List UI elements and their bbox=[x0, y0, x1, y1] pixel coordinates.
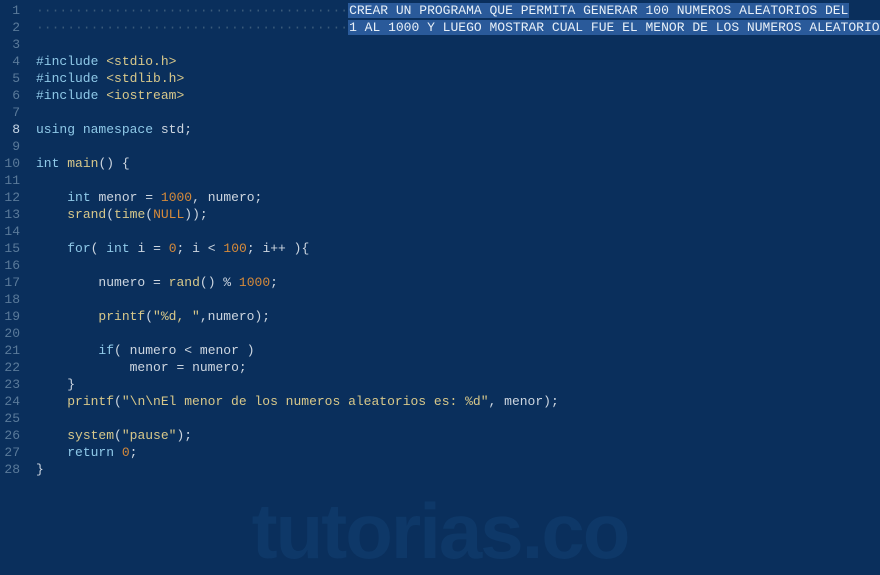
code-line bbox=[36, 291, 880, 308]
code-line bbox=[36, 223, 880, 240]
code-line bbox=[36, 410, 880, 427]
code-line: #include <iostream> bbox=[36, 87, 880, 104]
line-number: 5 bbox=[4, 70, 20, 87]
code-line bbox=[36, 257, 880, 274]
line-number: 27 bbox=[4, 444, 20, 461]
code-line: menor = numero; bbox=[36, 359, 880, 376]
line-number: 18 bbox=[4, 291, 20, 308]
line-number: 25 bbox=[4, 410, 20, 427]
code-line: int menor = 1000, numero; bbox=[36, 189, 880, 206]
line-number: 1 bbox=[4, 2, 20, 19]
code-line: system("pause"); bbox=[36, 427, 880, 444]
line-number: 23 bbox=[4, 376, 20, 393]
line-number: 17 bbox=[4, 274, 20, 291]
line-number: 13 bbox=[4, 206, 20, 223]
line-number: 4 bbox=[4, 53, 20, 70]
code-editor[interactable]: 1234567891011121314151617181920212223242… bbox=[0, 0, 880, 560]
code-line: ········································… bbox=[36, 2, 880, 19]
line-number: 28 bbox=[4, 461, 20, 478]
line-number: 12 bbox=[4, 189, 20, 206]
code-line: if( numero < menor ) bbox=[36, 342, 880, 359]
code-line: ········································… bbox=[36, 19, 880, 36]
line-number: 11 bbox=[4, 172, 20, 189]
code-line: int main() { bbox=[36, 155, 880, 172]
code-line bbox=[36, 36, 880, 53]
line-number: 24 bbox=[4, 393, 20, 410]
code-line bbox=[36, 325, 880, 342]
line-number: 10 bbox=[4, 155, 20, 172]
line-number: 3 bbox=[4, 36, 20, 53]
line-number: 16 bbox=[4, 257, 20, 274]
code-line: printf("%d, ",numero); bbox=[36, 308, 880, 325]
code-line bbox=[36, 104, 880, 121]
code-line: printf("\n\nEl menor de los numeros alea… bbox=[36, 393, 880, 410]
line-number: 6 bbox=[4, 87, 20, 104]
line-number: 2 bbox=[4, 19, 20, 36]
code-line bbox=[36, 172, 880, 189]
line-number: 21 bbox=[4, 342, 20, 359]
line-number: 19 bbox=[4, 308, 20, 325]
code-area[interactable]: ········································… bbox=[28, 0, 880, 560]
line-number: 9 bbox=[4, 138, 20, 155]
line-number: 22 bbox=[4, 359, 20, 376]
selected-text: CREAR UN PROGRAMA QUE PERMITA GENERAR 10… bbox=[348, 3, 849, 18]
code-line: for( int i = 0; i < 100; i++ ){ bbox=[36, 240, 880, 257]
code-line: srand(time(NULL)); bbox=[36, 206, 880, 223]
line-number: 20 bbox=[4, 325, 20, 342]
line-number-gutter: 1234567891011121314151617181920212223242… bbox=[0, 0, 28, 560]
line-number: 26 bbox=[4, 427, 20, 444]
selected-text: 1 AL 1000 Y LUEGO MOSTRAR CUAL FUE EL ME… bbox=[348, 20, 880, 35]
code-line: } bbox=[36, 461, 880, 478]
code-line: return 0; bbox=[36, 444, 880, 461]
code-line: #include <stdlib.h> bbox=[36, 70, 880, 87]
code-line: } bbox=[36, 376, 880, 393]
code-line bbox=[36, 138, 880, 155]
line-number: 8 bbox=[4, 121, 20, 138]
line-number: 14 bbox=[4, 223, 20, 240]
code-line: using namespace std; bbox=[36, 121, 880, 138]
code-line: #include <stdio.h> bbox=[36, 53, 880, 70]
code-line: numero = rand() % 1000; bbox=[36, 274, 880, 291]
line-number: 15 bbox=[4, 240, 20, 257]
line-number: 7 bbox=[4, 104, 20, 121]
